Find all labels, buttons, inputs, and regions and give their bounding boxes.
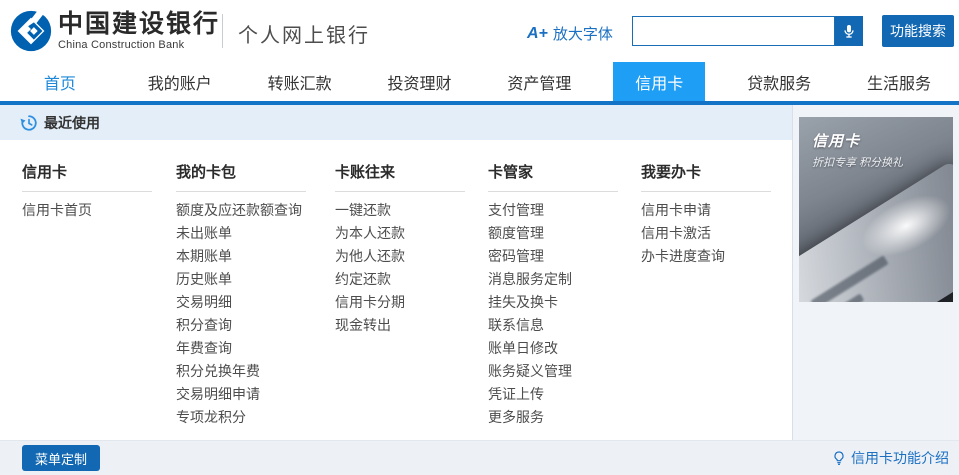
column-title: 我的卡包	[176, 163, 316, 183]
portal-title: 个人网上银行	[238, 19, 370, 48]
main-nav: 首页 我的账户 转账汇款 投资理财 资产管理 信用卡 贷款服务 生活服务	[0, 62, 959, 101]
footer-bar: 菜单定制 信用卡功能介绍	[0, 440, 959, 475]
tab-my-accounts[interactable]: 我的账户	[120, 62, 240, 101]
function-search-group	[632, 16, 863, 46]
tab-loan-services[interactable]: 贷款服务	[719, 62, 839, 101]
search-input[interactable]	[632, 16, 835, 46]
bank-wordmark: 中国建设银行 China Construction Bank	[58, 9, 220, 51]
tab-credit-card[interactable]: 信用卡	[599, 62, 719, 101]
credit-card-image	[799, 160, 953, 302]
menu-item[interactable]: 信用卡申请	[641, 199, 781, 222]
menu-item[interactable]: 更多服务	[488, 406, 628, 429]
intro-link-label: 信用卡功能介绍	[851, 448, 949, 468]
function-search-button[interactable]: 功能搜索	[882, 15, 954, 47]
credit-card-promo-banner[interactable]: 信用卡 折扣专享 积分换礼	[799, 117, 953, 302]
menu-item[interactable]: 凭证上传	[488, 383, 628, 406]
menu-item[interactable]: 积分查询	[176, 314, 316, 337]
credit-card-intro-link[interactable]: 信用卡功能介绍	[831, 441, 949, 475]
lightbulb-icon	[831, 450, 847, 466]
menu-item[interactable]: 为本人还款	[335, 222, 475, 245]
menu-item[interactable]: 专项龙积分	[176, 406, 316, 429]
column-title: 卡账往来	[335, 163, 475, 183]
menu-item[interactable]: 账务疑义管理	[488, 360, 628, 383]
menu-item[interactable]: 办卡进度查询	[641, 245, 781, 268]
menu-item[interactable]: 年费查询	[176, 337, 316, 360]
menu-item[interactable]: 约定还款	[335, 268, 475, 291]
menu-item[interactable]: 信用卡首页	[22, 199, 162, 222]
menu-item[interactable]: 额度及应还款额查询	[176, 199, 316, 222]
menu-item-list: 支付管理额度管理密码管理消息服务定制挂失及换卡联系信息账单日修改账务疑义管理凭证…	[488, 199, 628, 429]
recently-used-label: 最近使用	[44, 113, 100, 133]
menu-item[interactable]: 积分兑换年费	[176, 360, 316, 383]
header: 中国建设银行 China Construction Bank 个人网上银行 A+…	[0, 0, 959, 62]
promo-subtitle: 折扣专享 积分换礼	[812, 154, 903, 170]
history-clock-icon	[20, 114, 38, 132]
menu-item[interactable]: 本期账单	[176, 245, 316, 268]
menu-item[interactable]: 交易明细申请	[176, 383, 316, 406]
ccb-logo[interactable]	[8, 8, 54, 54]
side-panel: 信用卡 折扣专享 积分换礼	[793, 105, 959, 440]
credit-card-mega-menu: 最近使用 信用卡 信用卡首页 我的卡包 额度及应还款额查询未出账单本期账单历史账…	[0, 105, 793, 440]
tab-investment[interactable]: 投资理财	[360, 62, 480, 101]
menu-customize-button[interactable]: 菜单定制	[22, 445, 100, 471]
recently-used-bar: 最近使用	[0, 105, 792, 140]
menu-item[interactable]: 现金转出	[335, 314, 475, 337]
bank-name-en: China Construction Bank	[58, 40, 220, 51]
tab-life-services[interactable]: 生活服务	[839, 62, 959, 101]
menu-item[interactable]: 挂失及换卡	[488, 291, 628, 314]
ccb-personal-online-banking: 中国建设银行 China Construction Bank 个人网上银行 A+…	[0, 0, 959, 475]
column-rule	[176, 191, 306, 192]
enlarge-font-link[interactable]: A+ 放大字体	[527, 23, 613, 44]
tab-home[interactable]: 首页	[0, 62, 120, 101]
menu-item[interactable]: 信用卡分期	[335, 291, 475, 314]
ccb-logo-icon	[8, 8, 54, 54]
tab-asset-management[interactable]: 资产管理	[480, 62, 600, 101]
voice-search-button[interactable]	[835, 16, 863, 46]
menu-item[interactable]: 额度管理	[488, 222, 628, 245]
menu-column-my-card-package: 我的卡包 额度及应还款额查询未出账单本期账单历史账单交易明细积分查询年费查询积分…	[176, 163, 316, 429]
column-rule	[641, 191, 771, 192]
column-rule	[22, 191, 152, 192]
column-title: 卡管家	[488, 163, 628, 183]
menu-item-list: 信用卡申请信用卡激活办卡进度查询	[641, 199, 781, 268]
menu-item-list: 额度及应还款额查询未出账单本期账单历史账单交易明细积分查询年费查询积分兑换年费交…	[176, 199, 316, 429]
menu-item[interactable]: 交易明细	[176, 291, 316, 314]
menu-item[interactable]: 联系信息	[488, 314, 628, 337]
bank-name-cn: 中国建设银行	[58, 9, 220, 39]
menu-item-list: 一键还款为本人还款为他人还款约定还款信用卡分期现金转出	[335, 199, 475, 337]
enlarge-font-label: 放大字体	[553, 23, 613, 44]
menu-item[interactable]: 为他人还款	[335, 245, 475, 268]
menu-item[interactable]: 消息服务定制	[488, 268, 628, 291]
menu-item[interactable]: 支付管理	[488, 199, 628, 222]
promo-title: 信用卡	[812, 130, 860, 151]
font-zoom-icon: A+	[527, 25, 548, 43]
menu-column-card-account: 卡账往来 一键还款为本人还款为他人还款约定还款信用卡分期现金转出	[335, 163, 475, 337]
microphone-icon	[841, 23, 857, 39]
menu-column-apply-card: 我要办卡 信用卡申请信用卡激活办卡进度查询	[641, 163, 781, 268]
tab-transfer-remittance[interactable]: 转账汇款	[240, 62, 360, 101]
menu-item[interactable]: 未出账单	[176, 222, 316, 245]
menu-item[interactable]: 信用卡激活	[641, 222, 781, 245]
column-title: 信用卡	[22, 163, 162, 183]
menu-column-card-manager: 卡管家 支付管理额度管理密码管理消息服务定制挂失及换卡联系信息账单日修改账务疑义…	[488, 163, 628, 429]
header-divider	[222, 14, 223, 48]
menu-item[interactable]: 一键还款	[335, 199, 475, 222]
column-rule	[488, 191, 618, 192]
menu-item[interactable]: 密码管理	[488, 245, 628, 268]
menu-item[interactable]: 账单日修改	[488, 337, 628, 360]
menu-item[interactable]: 历史账单	[176, 268, 316, 291]
menu-item-list: 信用卡首页	[22, 199, 162, 222]
menu-column-credit-card: 信用卡 信用卡首页	[22, 163, 162, 222]
column-rule	[335, 191, 465, 192]
column-title: 我要办卡	[641, 163, 781, 183]
